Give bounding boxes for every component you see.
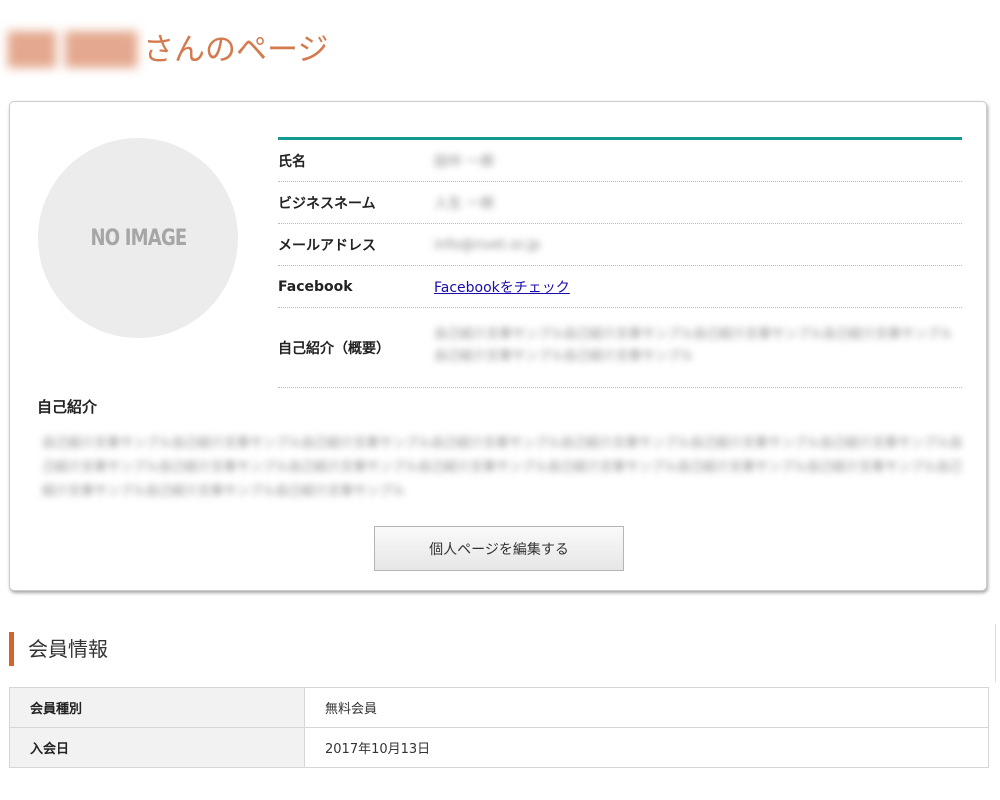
intro-heading: 自己紹介 xyxy=(37,398,98,416)
page-title-suffix: さんのページ xyxy=(143,32,329,68)
page-title: ██ ███ さんのページ xyxy=(8,28,328,72)
info-value-facebook: Facebookをチェック xyxy=(434,277,962,297)
info-value-email: info@nvet.or.jp xyxy=(434,236,541,253)
info-label-email: メールアドレス xyxy=(278,237,376,254)
section-divider xyxy=(995,624,996,682)
info-value-business-name: 人生 一郎 xyxy=(434,195,495,212)
page-title-name: ██ ███ xyxy=(8,32,138,68)
member-info-heading: 会員情報 xyxy=(9,632,108,666)
info-value-bio-summary: 自己紹介文章サンプル自己紹介文章サンプル自己紹介文章サンプル自己紹介文章サンプル… xyxy=(434,326,953,364)
join-date-label: 入会日 xyxy=(9,727,305,768)
table-row: 入会日 2017年10月13日 xyxy=(9,727,989,768)
info-label-facebook: Facebook xyxy=(278,278,353,295)
avatar: NO IMAGE xyxy=(38,138,238,338)
member-info-table: 会員種別 無料会員 入会日 2017年10月13日 xyxy=(9,687,989,768)
info-label-bio-summary: 自己紹介（概要） xyxy=(278,340,390,357)
info-value-name: 田中 一郎 xyxy=(434,153,495,170)
info-label-name: 氏名 xyxy=(278,153,306,170)
member-type-label: 会員種別 xyxy=(9,687,305,728)
info-row-name: 氏名 田中 一郎 xyxy=(278,140,962,182)
facebook-link[interactable]: Facebookをチェック xyxy=(434,280,570,296)
info-row-facebook: Facebook Facebookをチェック xyxy=(278,266,962,308)
info-row-email: メールアドレス info@nvet.or.jp xyxy=(278,224,962,266)
table-row: 会員種別 無料会員 xyxy=(9,687,989,728)
profile-card: NO IMAGE 氏名 田中 一郎 ビジネスネーム 人生 一郎 メールアドレス … xyxy=(9,101,987,591)
join-date-value: 2017年10月13日 xyxy=(304,727,989,768)
info-row-bio-summary: 自己紹介（概要） 自己紹介文章サンプル自己紹介文章サンプル自己紹介文章サンプル自… xyxy=(278,308,962,388)
info-label-business-name: ビジネスネーム xyxy=(278,195,376,212)
profile-info-table: 氏名 田中 一郎 ビジネスネーム 人生 一郎 メールアドレス info@nvet… xyxy=(278,137,962,388)
member-type-value: 無料会員 xyxy=(304,687,989,728)
avatar-placeholder-text: NO IMAGE xyxy=(90,225,187,251)
info-row-business-name: ビジネスネーム 人生 一郎 xyxy=(278,182,962,224)
edit-personal-page-button[interactable]: 個人ページを編集する xyxy=(374,526,624,571)
intro-text: 自己紹介文章サンプル自己紹介文章サンプル自己紹介文章サンプル自己紹介文章サンプル… xyxy=(42,436,963,499)
